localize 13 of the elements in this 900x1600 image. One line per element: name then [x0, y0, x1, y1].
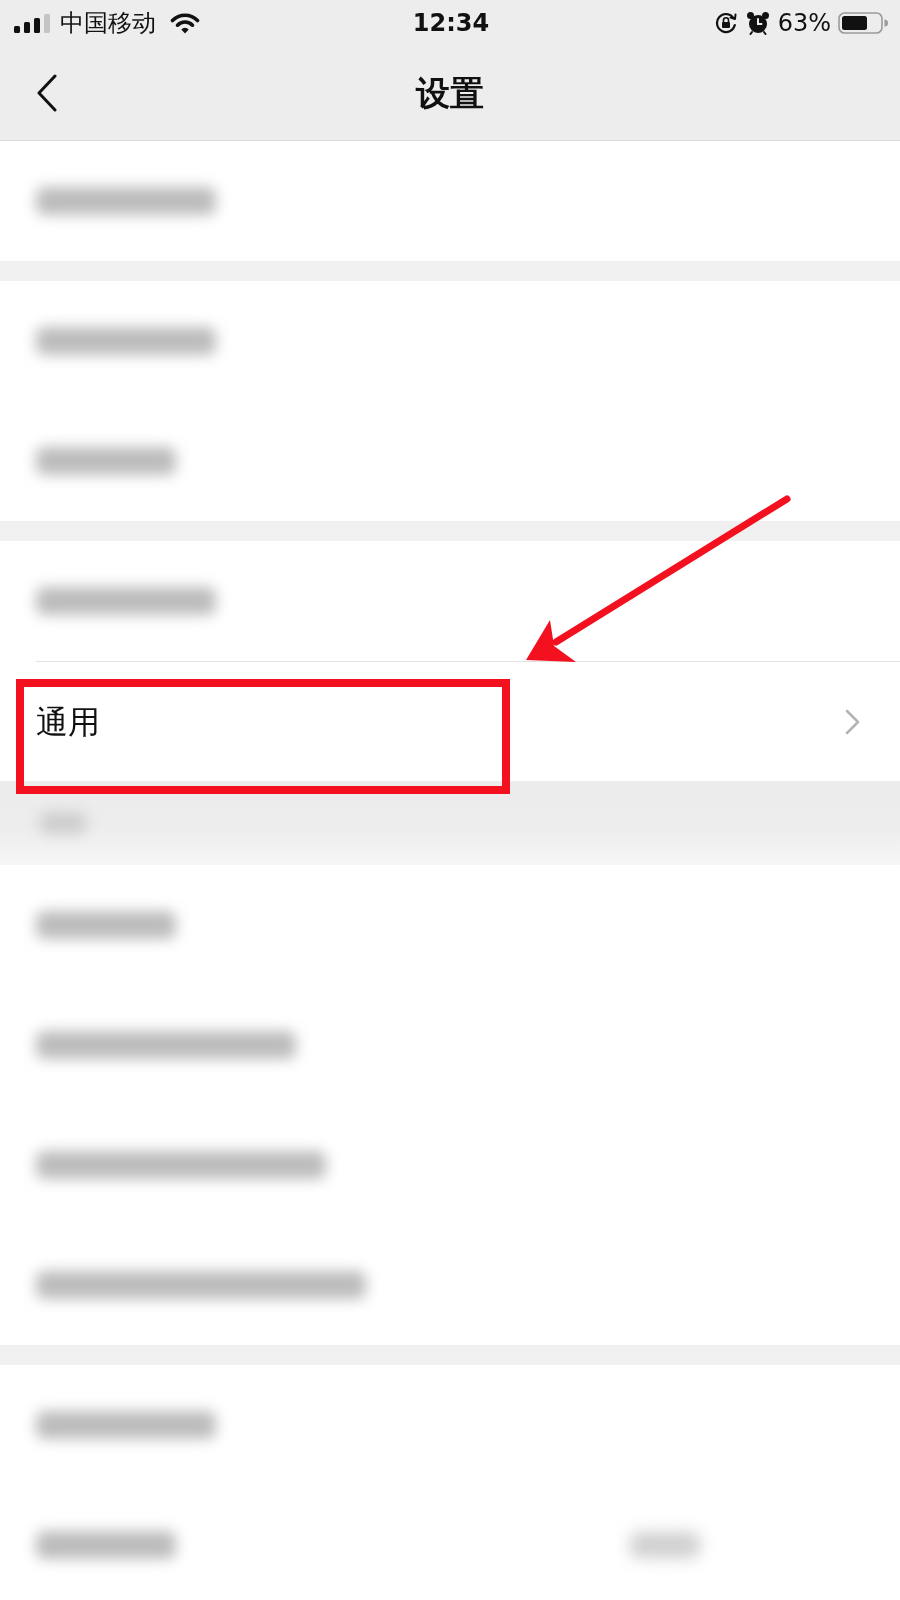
signal-icon	[14, 13, 50, 33]
blurred-value	[630, 1532, 700, 1558]
back-icon	[36, 74, 58, 112]
carrier-name: 中国移动	[60, 8, 156, 38]
rotation-lock-icon	[714, 12, 737, 34]
chevron-right-icon	[845, 708, 860, 735]
blurred-header-label	[40, 812, 86, 834]
wifi-icon	[170, 12, 200, 34]
clock-time: 12:34	[412, 8, 490, 38]
alarm-clock-icon	[745, 11, 770, 35]
battery-icon	[838, 12, 888, 34]
page-title: 设置	[416, 72, 484, 114]
battery-percentage: 63%	[777, 8, 831, 38]
